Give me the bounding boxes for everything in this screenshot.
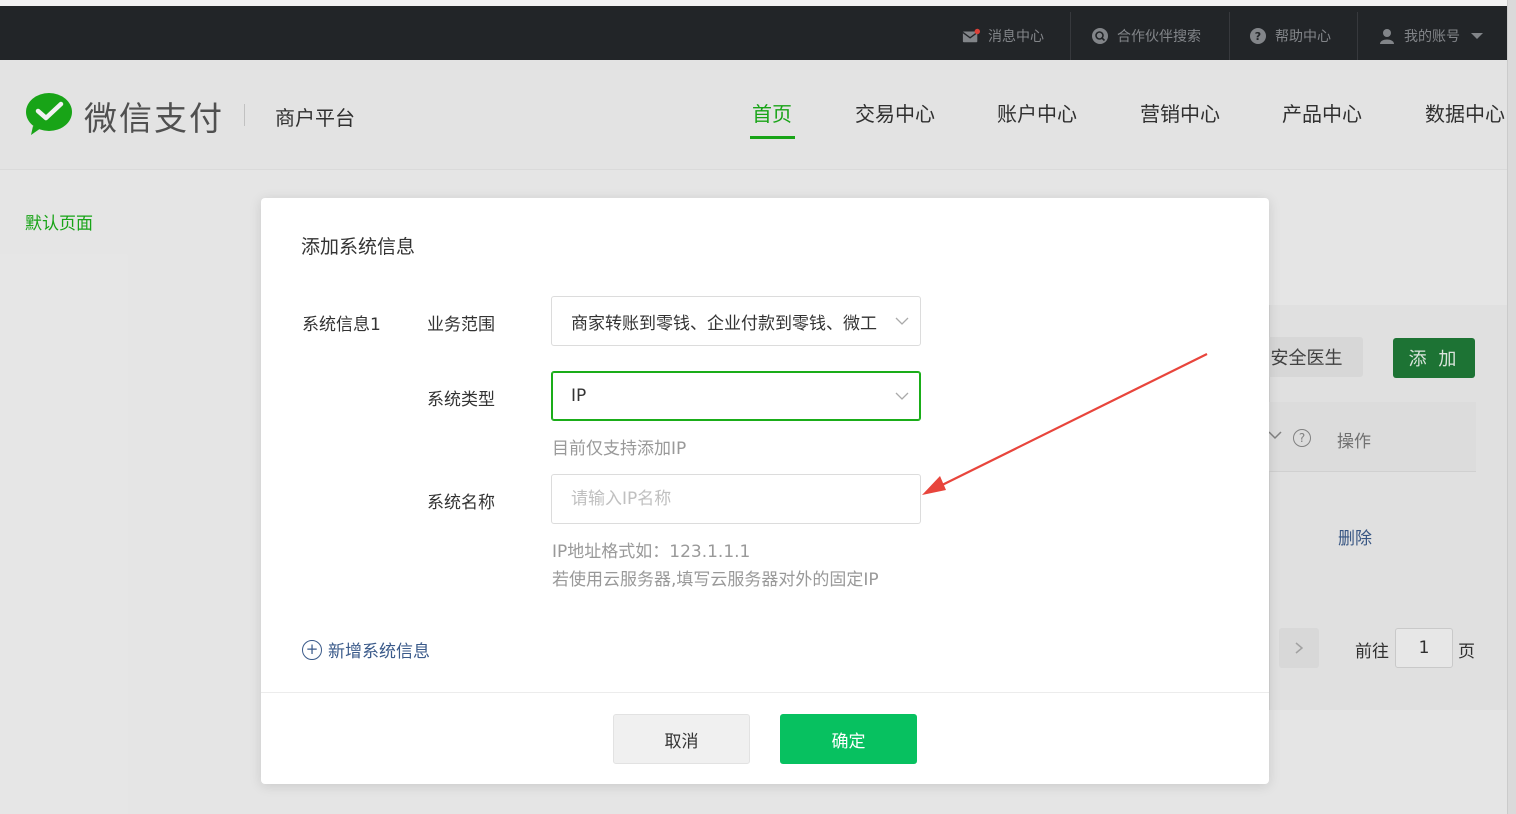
dialog-title: 添加系统信息 (301, 236, 416, 258)
plus-circle-icon: + (302, 639, 322, 660)
system-type-value: IP (571, 386, 587, 406)
add-system-info-label: 新增系统信息 (328, 642, 430, 662)
system-info-group-label: 系统信息1 (302, 315, 381, 335)
business-scope-value: 商家转账到零钱、企业付款到零钱、微工 (571, 313, 877, 334)
add-system-info-link[interactable]: + 新增系统信息 (302, 637, 430, 662)
system-name-field[interactable] (551, 474, 921, 524)
system-name-input[interactable] (571, 489, 920, 509)
system-type-select[interactable]: IP (551, 371, 921, 421)
dialog-footer-divider (261, 692, 1269, 693)
business-scope-select[interactable]: 商家转账到零钱、企业付款到零钱、微工 (551, 296, 921, 346)
business-scope-label: 业务范围 (427, 315, 495, 335)
system-type-hint: 目前仅支持添加IP (552, 439, 687, 459)
chevron-down-icon (884, 317, 920, 325)
annotation-arrow-icon (922, 353, 1208, 495)
system-name-label: 系统名称 (427, 493, 495, 513)
cancel-button[interactable]: 取消 (613, 714, 750, 764)
system-type-label: 系统类型 (427, 390, 495, 410)
cloud-server-hint: 若使用云服务器,填写云服务器对外的固定IP (552, 570, 879, 590)
confirm-button[interactable]: 确定 (780, 714, 917, 764)
ip-format-hint: IP地址格式如：123.1.1.1 (552, 542, 751, 562)
